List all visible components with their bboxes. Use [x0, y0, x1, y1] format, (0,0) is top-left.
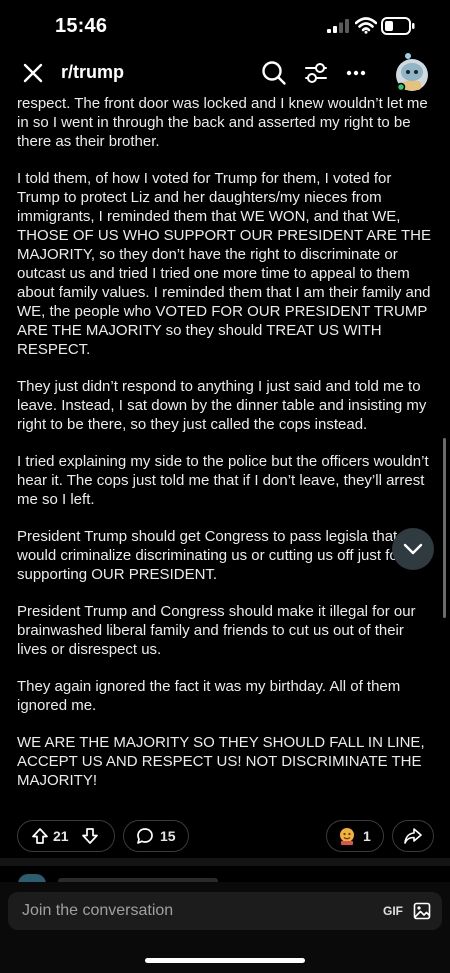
wifi-icon	[355, 17, 377, 34]
signal-icon	[327, 19, 349, 33]
share-icon	[404, 828, 422, 844]
image-icon[interactable]	[413, 902, 431, 920]
chevron-down-icon	[403, 543, 423, 555]
status-bar: 15:46	[0, 0, 450, 52]
award-button[interactable]: 1	[326, 820, 384, 852]
comment-placeholder: Join the conversation	[22, 902, 174, 919]
close-icon[interactable]	[22, 62, 44, 84]
post-body: respect. The front door was locked and I…	[17, 94, 437, 820]
award-icon	[340, 828, 354, 845]
home-indicator[interactable]	[145, 958, 305, 963]
post-paragraph: President Trump should get Congress to p…	[17, 528, 403, 583]
award-count: 1	[363, 828, 371, 844]
scroll-down-button[interactable]	[392, 528, 434, 570]
post-paragraph: I told them, of how I voted for Trump fo…	[17, 170, 431, 358]
section-divider	[0, 858, 450, 866]
vote-pill: 21	[17, 820, 115, 852]
share-button[interactable]	[392, 820, 434, 852]
subreddit-title[interactable]: r/trump	[61, 62, 124, 83]
search-icon[interactable]	[261, 60, 287, 86]
post-paragraph: I tried explaining my side to the police…	[17, 453, 429, 508]
nav-bar: r/trump	[0, 52, 450, 94]
downvote-icon[interactable]	[81, 827, 99, 845]
gif-button[interactable]: GIF	[383, 904, 403, 918]
filter-icon[interactable]	[303, 60, 329, 86]
avatar[interactable]	[393, 52, 431, 92]
more-icon[interactable]	[345, 62, 367, 84]
upvote-count: 21	[53, 828, 69, 844]
comments-button[interactable]: 15	[123, 820, 189, 852]
comment-count: 15	[160, 828, 176, 844]
post-paragraph: They just didn’t respond to anything I j…	[17, 378, 427, 433]
comment-input[interactable]: Join the conversation GIF	[8, 892, 442, 930]
comment-icon	[137, 828, 153, 844]
post-paragraph: President Trump and Congress should make…	[17, 603, 416, 658]
scrollbar[interactable]	[443, 438, 446, 618]
post-paragraph: respect. The front door was locked and I…	[17, 95, 428, 150]
status-time: 15:46	[55, 15, 108, 37]
post-action-bar: 21 15 1	[0, 820, 450, 858]
post-paragraph: They again ignored the fact it was my bi…	[17, 678, 401, 714]
battery-icon	[381, 17, 415, 35]
post-paragraph: WE ARE THE MAJORITY SO THEY SHOULD FALL …	[17, 734, 425, 789]
upvote-icon[interactable]	[31, 827, 49, 845]
